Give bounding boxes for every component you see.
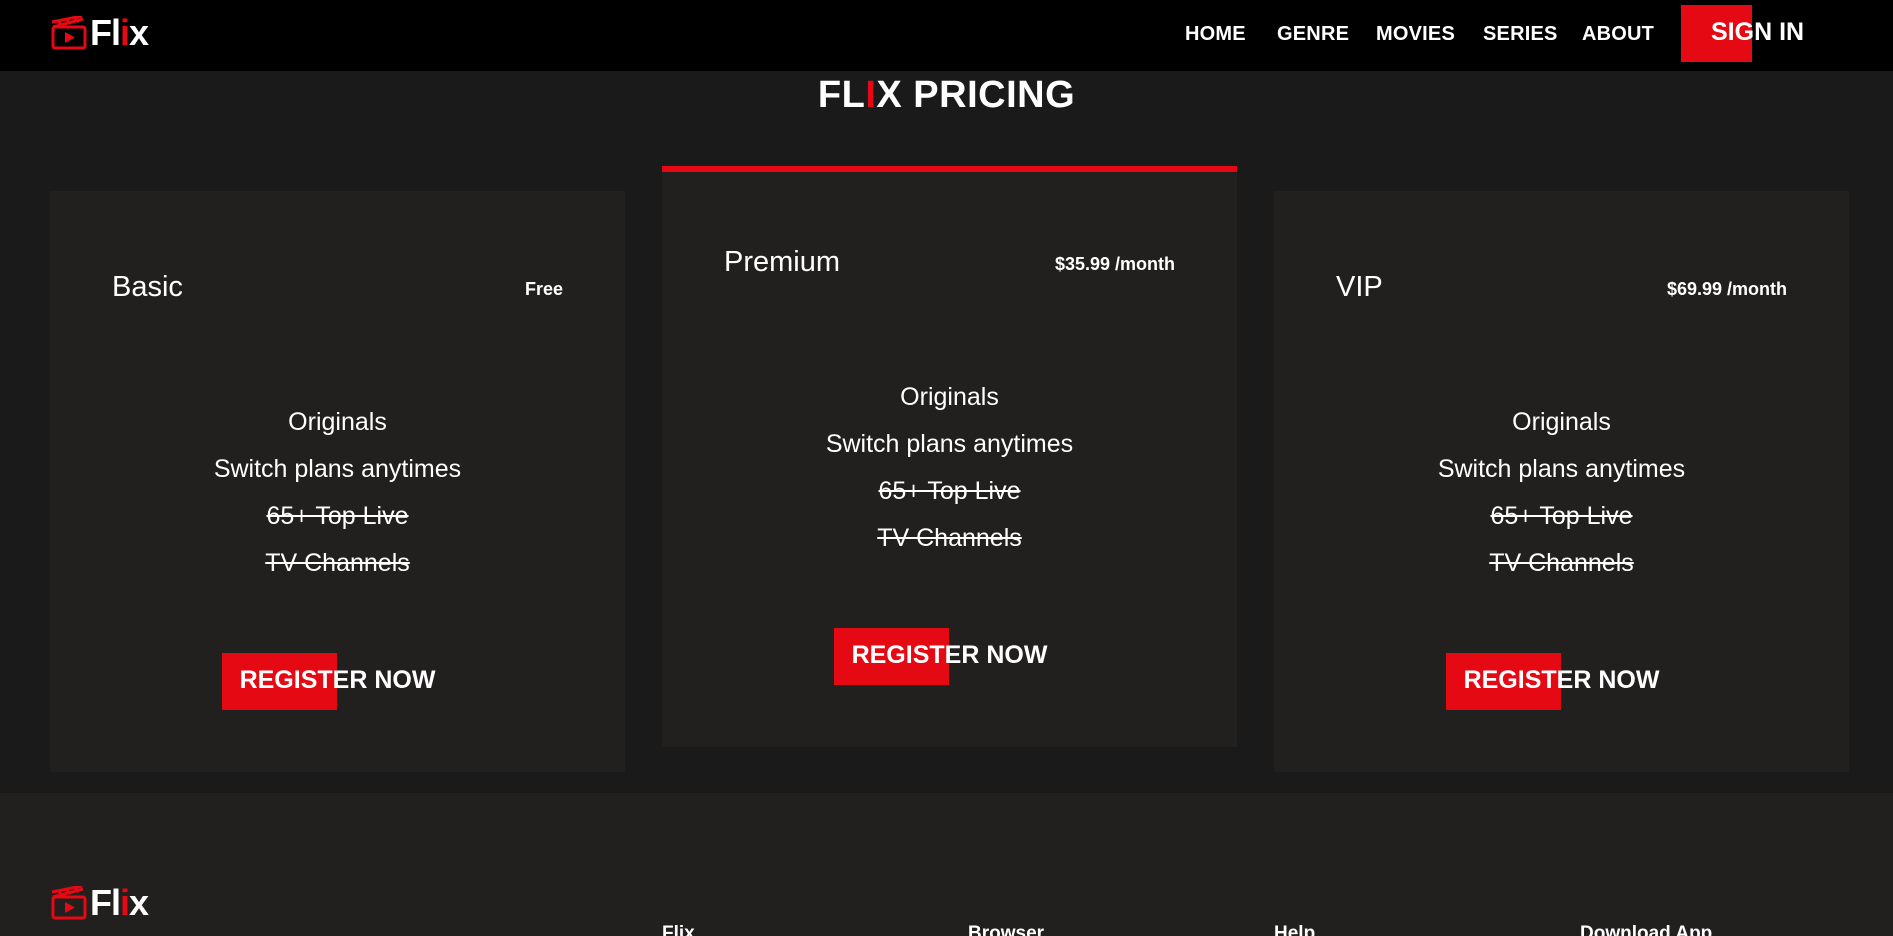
footer-heading-help: Help: [1274, 923, 1316, 936]
nav-about-link[interactable]: ABOUT: [1582, 23, 1654, 46]
footer-heading-download-app: Download App: [1580, 923, 1713, 936]
film-clapper-icon: [51, 16, 87, 50]
plan-name: Premium: [724, 246, 841, 278]
feature-item: Switch plans anytimes: [213, 455, 462, 483]
footer-brand-logo[interactable]: Flix: [50, 882, 149, 923]
plan-price: $35.99 /month: [1054, 254, 1175, 274]
feature-item-unavailable: 65+ Top Live: [266, 502, 409, 530]
plan-price: Free: [524, 279, 563, 299]
plan-card-vip: VIP $69.99 /month Originals Switch plans…: [1274, 191, 1849, 772]
feature-item-unavailable: 65+ Top Live: [1490, 502, 1633, 530]
plan-name: VIP: [1336, 271, 1383, 303]
brand-logo[interactable]: Flix: [50, 12, 149, 53]
footer-heading-browser: Browser: [968, 923, 1045, 936]
nav-genre-link[interactable]: GENRE: [1277, 23, 1349, 46]
plan-price: $69.99 /month: [1666, 279, 1787, 299]
nav-home-link[interactable]: HOME: [1185, 23, 1246, 46]
film-clapper-icon: [51, 886, 87, 920]
nav-movies-link[interactable]: MOVIES: [1376, 23, 1455, 46]
brand-name: Flix: [90, 12, 149, 53]
feature-list: Originals Switch plans anytimes 65+ Top …: [662, 374, 1237, 562]
register-now-button[interactable]: REGISTER NOW: [662, 641, 1237, 670]
top-header: Flix HOME GENRE MOVIES SERIES ABOUT SIGN…: [0, 0, 1893, 71]
feature-item-unavailable: 65+ Top Live: [878, 477, 1021, 505]
register-now-button[interactable]: REGISTER NOW: [50, 666, 625, 695]
nav-series-link[interactable]: SERIES: [1483, 23, 1558, 46]
feature-item: Originals: [900, 383, 999, 411]
feature-list: Originals Switch plans anytimes 65+ Top …: [1274, 399, 1849, 587]
feature-item-unavailable: TV Channels: [877, 524, 1022, 552]
feature-item-unavailable: TV Channels: [1489, 549, 1634, 577]
pricing-title: FLIX PRICING: [817, 74, 1076, 116]
feature-item: Originals: [1512, 408, 1611, 436]
feature-item-unavailable: TV Channels: [265, 549, 410, 577]
register-now-button[interactable]: REGISTER NOW: [1274, 666, 1849, 695]
sign-in-button[interactable]: SIGN IN: [1711, 18, 1804, 47]
brand-name: Flix: [90, 882, 149, 923]
plan-name: Basic: [112, 271, 183, 303]
feature-list: Originals Switch plans anytimes 65+ Top …: [50, 399, 625, 587]
feature-item: Switch plans anytimes: [1437, 455, 1686, 483]
footer: Flix Flix Browser Help Download App: [0, 793, 1893, 936]
plan-card-basic: Basic Free Originals Switch plans anytim…: [50, 191, 625, 772]
feature-item: Originals: [288, 408, 387, 436]
footer-heading-flix: Flix: [662, 923, 695, 936]
plan-card-premium: Premium $35.99 /month Originals Switch p…: [662, 166, 1237, 747]
feature-item: Switch plans anytimes: [825, 430, 1074, 458]
